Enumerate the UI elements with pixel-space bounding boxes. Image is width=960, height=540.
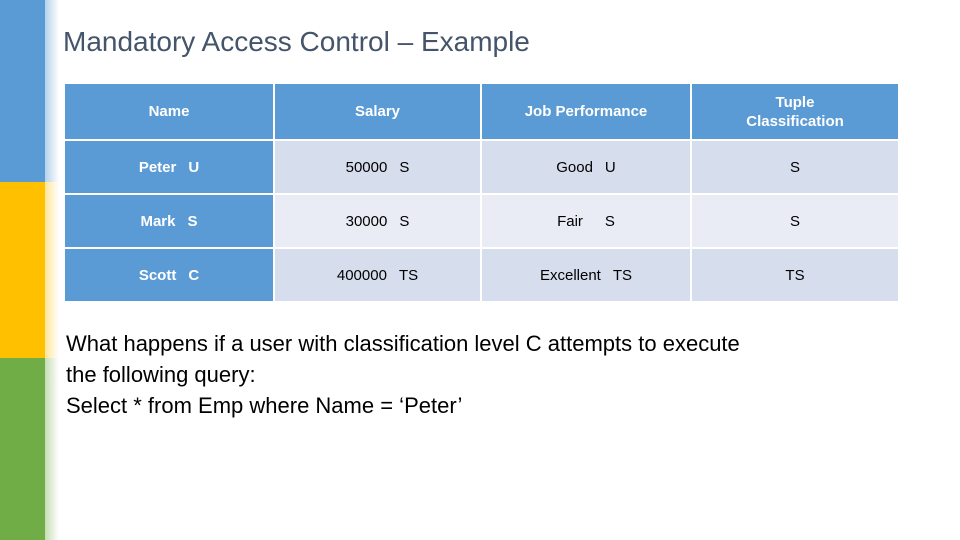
column-header-name: Name: [65, 84, 273, 139]
column-header-tuple-line1: Tuple: [775, 93, 815, 111]
cell-name-value: Scott: [138, 266, 177, 284]
question-line-3: Select * from Emp where Name = ‘Peter’: [66, 393, 463, 418]
cell-salary: 400000 TS: [275, 249, 480, 301]
cell-performance-classification: U: [604, 158, 616, 176]
column-header-salary: Salary: [275, 84, 480, 139]
side-rail-shadow: [45, 0, 59, 540]
rail-shadow-green: [45, 358, 59, 540]
cell-tuple-classification: S: [692, 141, 898, 193]
cell-salary: 30000 S: [275, 195, 480, 247]
table-header-row: Name Salary Job Performance Tuple Classi…: [65, 84, 898, 139]
table-row: Peter U 50000 S Good U S: [65, 141, 898, 193]
cell-name: Peter U: [65, 141, 273, 193]
cell-salary-value: 400000: [336, 266, 387, 284]
table-row: Mark S 30000 S Fair S S: [65, 195, 898, 247]
cell-name-classification: C: [188, 266, 200, 284]
cell-performance: Excellent TS: [482, 249, 690, 301]
cell-tuple-classification: S: [692, 195, 898, 247]
cell-name-value: Peter: [138, 158, 177, 176]
rail-block-green: [0, 358, 45, 540]
cell-tuple-classification: TS: [692, 249, 898, 301]
cell-performance-classification: TS: [612, 266, 633, 284]
cell-performance-classification: S: [604, 212, 615, 230]
cell-performance-value: Good: [556, 158, 593, 176]
cell-name: Mark S: [65, 195, 273, 247]
cell-salary: 50000 S: [275, 141, 480, 193]
employee-classification-table: Name Salary Job Performance Tuple Classi…: [63, 82, 900, 303]
cell-name-value: Mark: [140, 212, 176, 230]
column-header-job-performance: Job Performance: [482, 84, 690, 139]
column-header-tuple-line2: Classification: [746, 112, 844, 130]
side-color-rail: [0, 0, 45, 540]
rail-block-blue: [0, 0, 45, 182]
rail-shadow-blue: [45, 0, 59, 182]
question-line-2: the following query:: [66, 362, 256, 387]
column-header-tuple-classification: Tuple Classification: [692, 84, 898, 139]
slide-title: Mandatory Access Control – Example: [63, 26, 530, 57]
cell-name-classification: U: [188, 158, 200, 176]
cell-performance-value: Excellent: [539, 266, 601, 284]
cell-salary-classification: S: [399, 212, 410, 230]
cell-performance: Fair S: [482, 195, 690, 247]
rail-shadow-yellow: [45, 182, 59, 358]
question-text-block: What happens if a user with classificati…: [66, 328, 946, 421]
rail-block-yellow: [0, 182, 45, 358]
cell-salary-classification: S: [399, 158, 410, 176]
cell-salary-value: 50000: [345, 158, 388, 176]
question-line-1: What happens if a user with classificati…: [66, 331, 740, 356]
cell-name: Scott C: [65, 249, 273, 301]
table-row: Scott C 400000 TS Excellent TS TS: [65, 249, 898, 301]
cell-performance: Good U: [482, 141, 690, 193]
cell-salary-classification: TS: [398, 266, 419, 284]
cell-salary-value: 30000: [345, 212, 388, 230]
cell-performance-value: Fair: [557, 212, 583, 230]
cell-name-classification: S: [187, 212, 198, 230]
